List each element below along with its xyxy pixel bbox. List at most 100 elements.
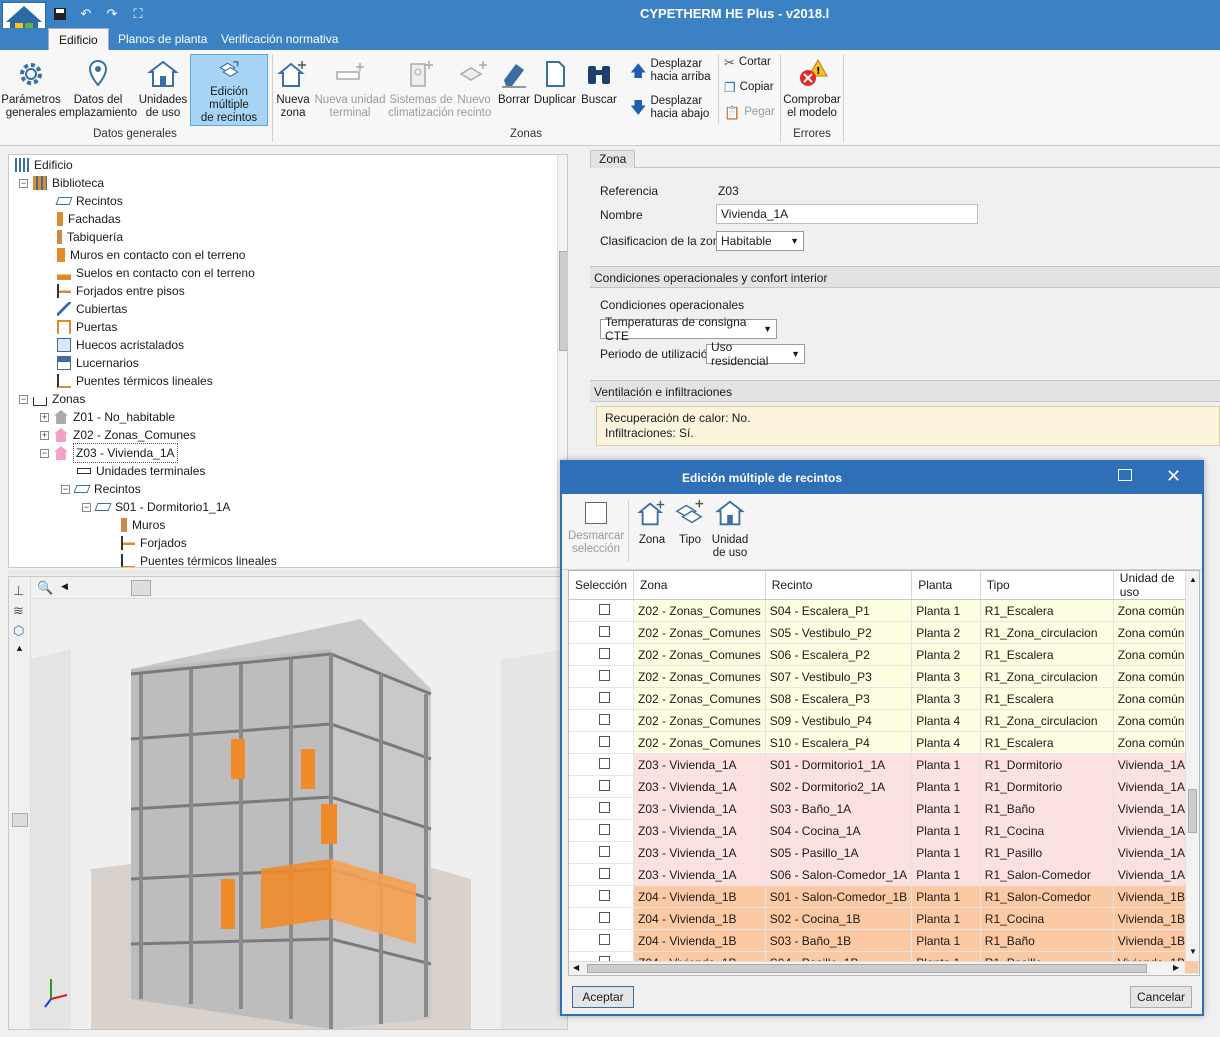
- shield-view-icon[interactable]: ⬡: [13, 623, 24, 639]
- cell-recinto[interactable]: S03 - Baño_1A: [765, 797, 913, 820]
- row-checkbox[interactable]: [599, 867, 610, 879]
- row-checkbox[interactable]: [599, 735, 610, 747]
- grid-vertical-scrollbar[interactable]: ▲ ▼: [1185, 571, 1199, 961]
- row-checkbox[interactable]: [599, 779, 610, 791]
- desplazar-arriba-button[interactable]: 🡅 Desplazar hacia arriba: [630, 58, 711, 84]
- tree-item-unidades-terminales[interactable]: Unidades terminales: [77, 462, 205, 480]
- cell-tipo[interactable]: R1_Escalera: [980, 643, 1114, 666]
- expand-icon[interactable]: +: [40, 412, 49, 422]
- grid-col-header[interactable]: Planta: [911, 571, 981, 600]
- aceptar-button[interactable]: Aceptar: [572, 986, 634, 1008]
- layers-icon[interactable]: ≋: [13, 603, 24, 619]
- collapse-icon[interactable]: −: [61, 484, 70, 494]
- cell-zona[interactable]: Z02 - Zonas_Comunes: [633, 621, 766, 644]
- row-checkbox[interactable]: [599, 911, 610, 923]
- table-row[interactable]: Z03 - Vivienda_1A S01 - Dormitorio1_1A Pla…: [569, 753, 1199, 776]
- row-checkbox[interactable]: [599, 845, 610, 857]
- cell-planta[interactable]: Planta 1: [911, 863, 981, 886]
- cell-tipo[interactable]: R1_Dormitorio: [980, 753, 1114, 776]
- cell-recinto[interactable]: S06 - Salon-Comedor_1A: [765, 863, 913, 886]
- grid-h-scroll-thumb[interactable]: [587, 964, 1147, 973]
- tree-item-s01[interactable]: − S01 - Dormitorio1_1A: [82, 498, 230, 516]
- unidades-de-uso-button[interactable]: Unidades de uso: [138, 54, 188, 126]
- row-checkbox[interactable]: [599, 889, 610, 901]
- zoom-icon[interactable]: 🔍: [37, 580, 53, 596]
- cell-tipo[interactable]: R1_Salon-Comedor: [980, 863, 1114, 886]
- building-3d-model[interactable]: [31, 599, 568, 1030]
- grid-col-header[interactable]: Tipo: [980, 571, 1114, 600]
- row-checkbox[interactable]: [599, 823, 610, 835]
- cell-planta[interactable]: Planta 2: [911, 621, 981, 644]
- tree-item-recintos[interactable]: Recintos: [55, 192, 123, 210]
- cell-zona[interactable]: Z03 - Vivienda_1A: [633, 863, 766, 886]
- cell-tipo[interactable]: R1_Cocina: [980, 819, 1114, 842]
- cell-tipo[interactable]: R1_Cocina: [980, 907, 1114, 930]
- scroll-up-icon[interactable]: ▲: [15, 643, 24, 653]
- tree-item-z01[interactable]: + Z01 - No_habitable: [40, 408, 175, 426]
- tree-item-recintos-z03[interactable]: − Recintos: [61, 480, 141, 498]
- view-zoom-slider[interactable]: [12, 813, 28, 827]
- cell-zona[interactable]: Z02 - Zonas_Comunes: [633, 687, 766, 710]
- tree-item-muros[interactable]: Muros: [121, 516, 165, 534]
- buscar-button[interactable]: Buscar: [578, 54, 620, 126]
- table-row[interactable]: Z04 - Vivienda_1B S02 - Cocina_1B Planta 1…: [569, 907, 1199, 930]
- expand-icon[interactable]: +: [40, 430, 49, 440]
- table-row[interactable]: Z03 - Vivienda_1A S05 - Pasillo_1A Planta …: [569, 841, 1199, 864]
- cell-recinto[interactable]: S08 - Escalera_P3: [765, 687, 913, 710]
- duplicar-button[interactable]: Duplicar: [534, 54, 576, 126]
- cell-planta[interactable]: Planta 1: [911, 753, 981, 776]
- table-row[interactable]: Z02 - Zonas_Comunes S04 - Escalera_P1 Plan…: [569, 599, 1199, 622]
- scroll-up-icon[interactable]: ▲: [1189, 575, 1197, 584]
- cell-tipo[interactable]: R1_Zona_circulacion: [980, 621, 1114, 644]
- scroll-left-icon[interactable]: ◀: [61, 581, 68, 592]
- cell-recinto[interactable]: S05 - Vestibulo_P2: [765, 621, 913, 644]
- cell-tipo[interactable]: R1_Zona_circulacion: [980, 665, 1114, 688]
- dialog-unidad-uso-button[interactable]: Unidad de uso: [710, 498, 750, 560]
- panel-splitter[interactable]: [8, 570, 568, 575]
- tree-item-tabiqueria[interactable]: Tabiquería: [57, 228, 123, 246]
- table-row[interactable]: Z02 - Zonas_Comunes S07 - Vestibulo_P3 Pla…: [569, 665, 1199, 688]
- cell-planta[interactable]: Planta 1: [911, 599, 981, 622]
- cell-zona[interactable]: Z03 - Vivienda_1A: [633, 819, 766, 842]
- collapse-icon[interactable]: −: [19, 178, 28, 188]
- periodo-select[interactable]: Uso residencial ▼: [706, 340, 805, 368]
- cell-planta[interactable]: Planta 1: [911, 797, 981, 820]
- row-checkbox[interactable]: [599, 713, 610, 725]
- collapse-icon[interactable]: −: [19, 394, 28, 404]
- cell-recinto[interactable]: S01 - Dormitorio1_1A: [765, 753, 913, 776]
- tree-item-z03[interactable]: − Z03 - Vivienda_1A: [40, 443, 178, 463]
- tab-verificacion-normativa[interactable]: Verificación normativa: [211, 28, 348, 50]
- copiar-button[interactable]: ❐ Copiar: [724, 81, 774, 94]
- dialog-tipo-button[interactable]: Tipo: [672, 498, 708, 547]
- nueva-unidad-terminal-button[interactable]: Nueva unidad terminal: [314, 54, 386, 126]
- close-icon[interactable]: ✕: [1166, 466, 1181, 487]
- grid-col-header[interactable]: Selección: [569, 571, 635, 600]
- cell-tipo[interactable]: R1_Escalera: [980, 731, 1114, 754]
- table-row[interactable]: Z04 - Vivienda_1B S01 - Salon-Comedor_1B P…: [569, 885, 1199, 908]
- tree-scroll-thumb[interactable]: [559, 251, 567, 351]
- cell-recinto[interactable]: S10 - Escalera_P4: [765, 731, 913, 754]
- borrar-button[interactable]: Borrar: [496, 54, 532, 126]
- cell-zona[interactable]: Z04 - Vivienda_1B: [633, 907, 766, 930]
- tree-item-suelos-terreno[interactable]: Suelos en contacto con el terreno: [57, 264, 255, 282]
- undo-icon[interactable]: ↶: [76, 5, 96, 23]
- table-row[interactable]: Z03 - Vivienda_1A S02 - Dormitorio2_1A Pla…: [569, 775, 1199, 798]
- axes-icon[interactable]: ⊥: [13, 583, 24, 599]
- cell-recinto[interactable]: S01 - Salon-Comedor_1B: [765, 885, 913, 908]
- cell-recinto[interactable]: S04 - Cocina_1A: [765, 819, 913, 842]
- cell-planta[interactable]: Planta 1: [911, 819, 981, 842]
- datos-emplazamiento-button[interactable]: Datos del emplazamiento: [59, 54, 137, 126]
- cell-zona[interactable]: Z03 - Vivienda_1A: [633, 797, 766, 820]
- tree-item-lucernarios[interactable]: Lucernarios: [57, 354, 139, 372]
- parametros-generales-button[interactable]: Parámetros generales: [1, 54, 61, 126]
- cell-planta[interactable]: Planta 1: [911, 841, 981, 864]
- cell-zona[interactable]: Z02 - Zonas_Comunes: [633, 665, 766, 688]
- cell-tipo[interactable]: R1_Baño: [980, 797, 1114, 820]
- cell-recinto[interactable]: S03 - Baño_1B: [765, 929, 913, 952]
- tree-item-muros-terreno[interactable]: Muros en contacto con el terreno: [57, 246, 245, 264]
- tree-item-edificio[interactable]: Edificio: [15, 156, 73, 174]
- cell-recinto[interactable]: S06 - Escalera_P2: [765, 643, 913, 666]
- table-row[interactable]: Z03 - Vivienda_1A S04 - Cocina_1A Planta 1…: [569, 819, 1199, 842]
- collapse-icon[interactable]: −: [82, 502, 91, 512]
- cell-zona[interactable]: Z03 - Vivienda_1A: [633, 753, 766, 776]
